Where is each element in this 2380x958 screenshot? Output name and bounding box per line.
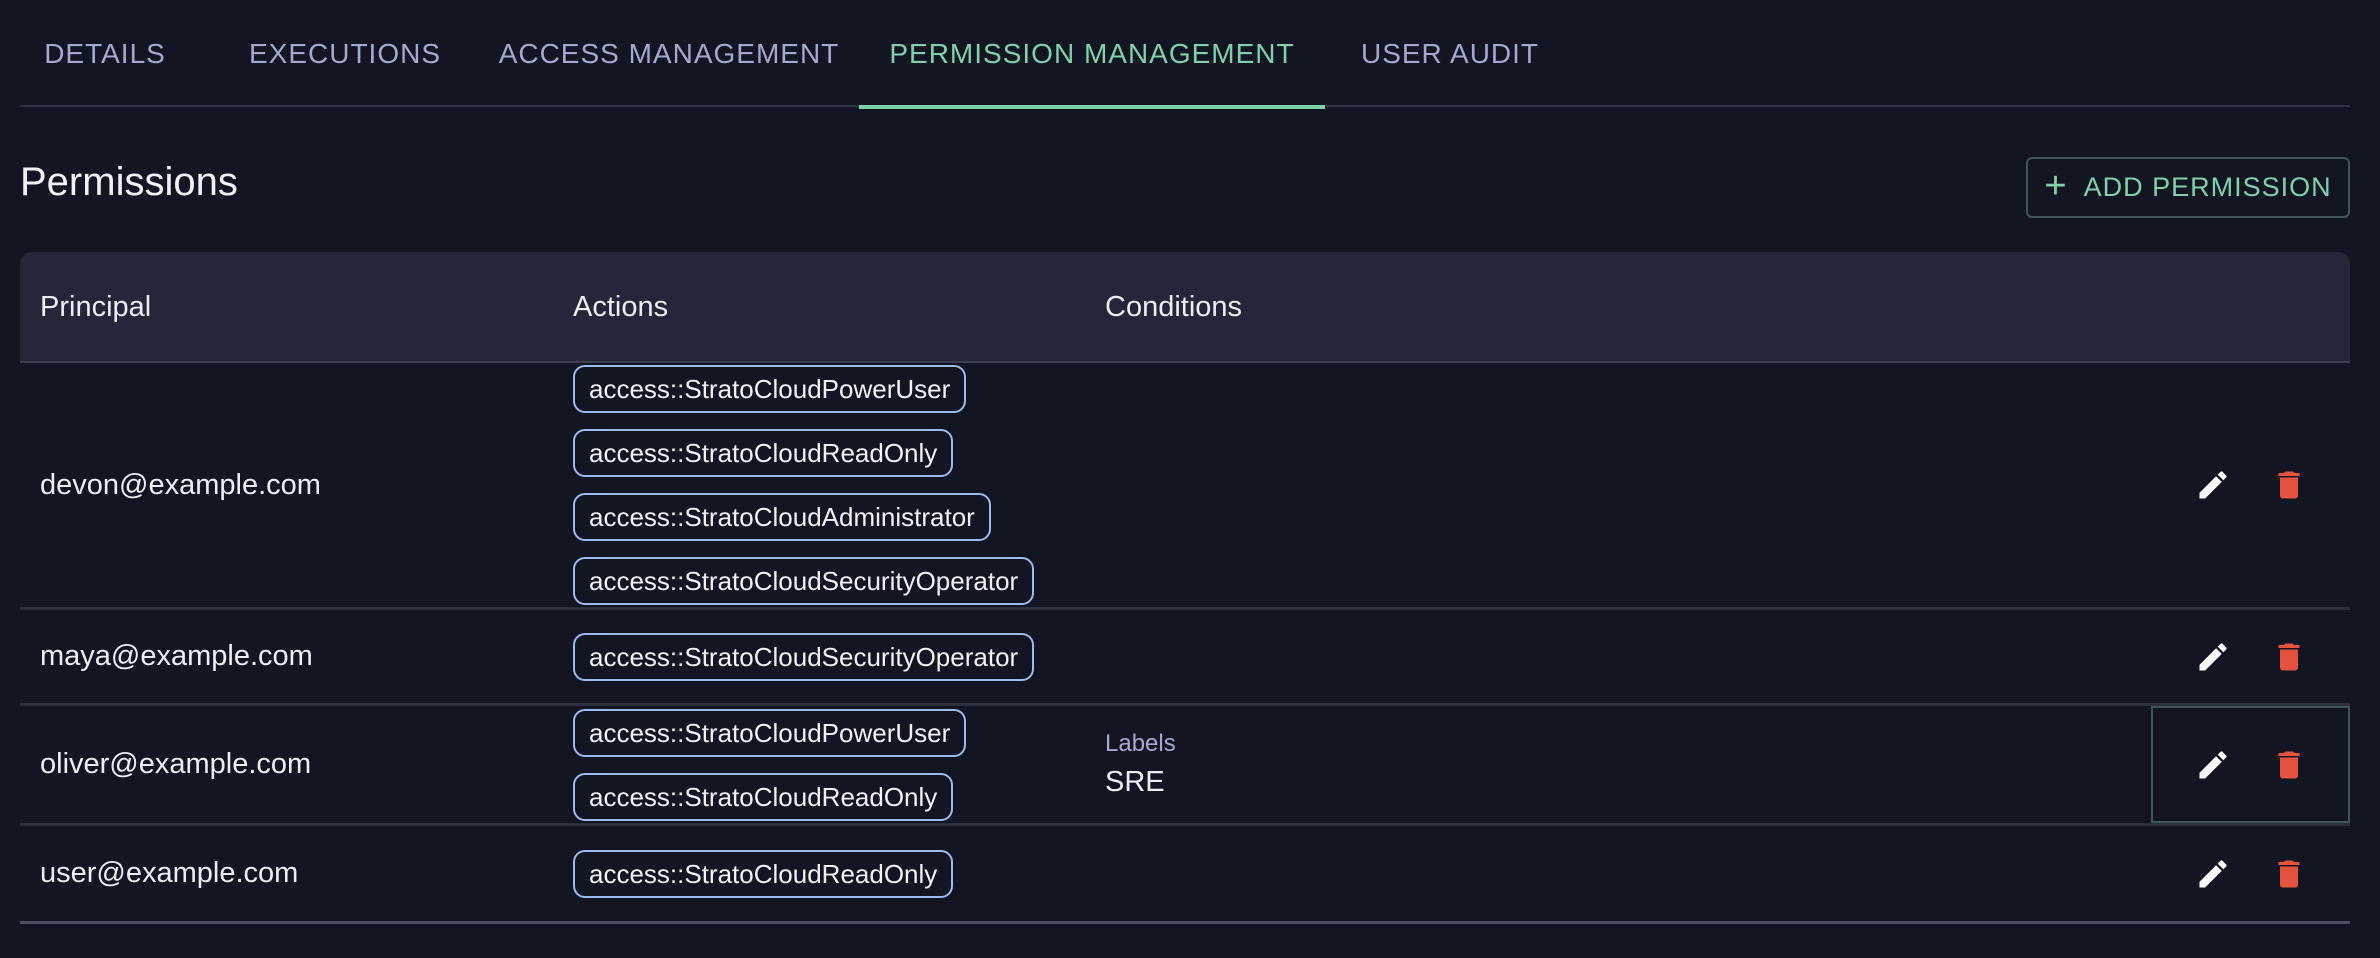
- trash-icon: [2278, 643, 2299, 670]
- pencil-icon: [2199, 471, 2227, 499]
- trash-icon: [2278, 751, 2299, 778]
- edit-button[interactable]: [2193, 637, 2233, 677]
- action-chip[interactable]: access::StratoCloudAdministrator: [573, 493, 991, 541]
- row-actions: [2151, 826, 2350, 921]
- actions-cell: access::StratoCloudPowerUser access::Str…: [573, 706, 967, 823]
- condition-value: SRE: [1105, 766, 1165, 798]
- header-actions: Actions: [573, 291, 669, 323]
- permissions-table: Principal Actions Conditions devon@examp…: [20, 252, 2350, 924]
- add-permission-label: ADD PERMISSION: [2083, 172, 2332, 202]
- pencil-icon: [2199, 642, 2227, 670]
- table-row: maya@example.com access::StratoCloudSecu…: [20, 610, 2350, 706]
- tab-executions[interactable]: EXECUTIONS: [210, 0, 480, 107]
- row-actions: [2151, 706, 2350, 823]
- delete-button[interactable]: [2269, 745, 2309, 785]
- tab-details[interactable]: DETAILS: [20, 0, 190, 107]
- trash-icon: [2278, 471, 2299, 499]
- edit-button[interactable]: [2193, 745, 2233, 785]
- header-principal: Principal: [40, 291, 152, 323]
- principal-cell: devon@example.com: [40, 468, 321, 501]
- tab-bar: DETAILS EXECUTIONS ACCESS MANAGEMENT PER…: [20, 0, 2350, 109]
- condition-label: Labels: [1105, 730, 1176, 757]
- action-chip[interactable]: access::StratoCloudSecurityOperator: [573, 632, 1035, 681]
- table-header: Principal Actions Conditions: [20, 252, 2350, 363]
- conditions-cell: Labels SRE: [1105, 706, 1176, 823]
- table-row: oliver@example.com access::StratoCloudPo…: [20, 706, 2350, 826]
- delete-button[interactable]: [2269, 637, 2309, 677]
- page-title: Permissions: [20, 160, 238, 204]
- actions-cell: access::StratoCloudReadOnly: [573, 826, 954, 921]
- add-permission-button[interactable]: + ADD PERMISSION: [2026, 157, 2350, 218]
- table-row: user@example.com access::StratoCloudRead…: [20, 826, 2350, 924]
- action-chip[interactable]: access::StratoCloudReadOnly: [573, 772, 954, 821]
- principal-cell: maya@example.com: [40, 640, 313, 672]
- action-chip[interactable]: access::StratoCloudPowerUser: [573, 708, 967, 757]
- principal-cell: oliver@example.com: [40, 748, 312, 780]
- table-row: devon@example.com access::StratoCloudPow…: [20, 363, 2350, 610]
- action-chip[interactable]: access::StratoCloudReadOnly: [573, 429, 954, 477]
- delete-button[interactable]: [2269, 854, 2309, 894]
- trash-icon: [2278, 860, 2299, 887]
- delete-button[interactable]: [2269, 465, 2309, 505]
- row-actions: [2151, 610, 2350, 703]
- pencil-icon: [2199, 750, 2227, 778]
- edit-button[interactable]: [2193, 854, 2233, 894]
- tab-permission-management[interactable]: PERMISSION MANAGEMENT: [859, 0, 1325, 109]
- tab-access-management[interactable]: ACCESS MANAGEMENT: [480, 0, 858, 107]
- actions-cell: access::StratoCloudSecurityOperator: [573, 610, 1035, 703]
- plus-icon: +: [2044, 164, 2068, 207]
- pencil-icon: [2199, 859, 2227, 887]
- action-chip[interactable]: access::StratoCloudSecurityOperator: [573, 557, 1035, 605]
- actions-cell: access::StratoCloudPowerUser access::Str…: [573, 363, 1035, 607]
- principal-cell: user@example.com: [40, 857, 299, 889]
- edit-button[interactable]: [2193, 465, 2233, 505]
- action-chip[interactable]: access::StratoCloudReadOnly: [573, 849, 954, 898]
- tab-user-audit[interactable]: USER AUDIT: [1325, 0, 1575, 107]
- row-actions: [2151, 363, 2350, 607]
- header-conditions: Conditions: [1105, 291, 1243, 323]
- action-chip[interactable]: access::StratoCloudPowerUser: [573, 365, 967, 413]
